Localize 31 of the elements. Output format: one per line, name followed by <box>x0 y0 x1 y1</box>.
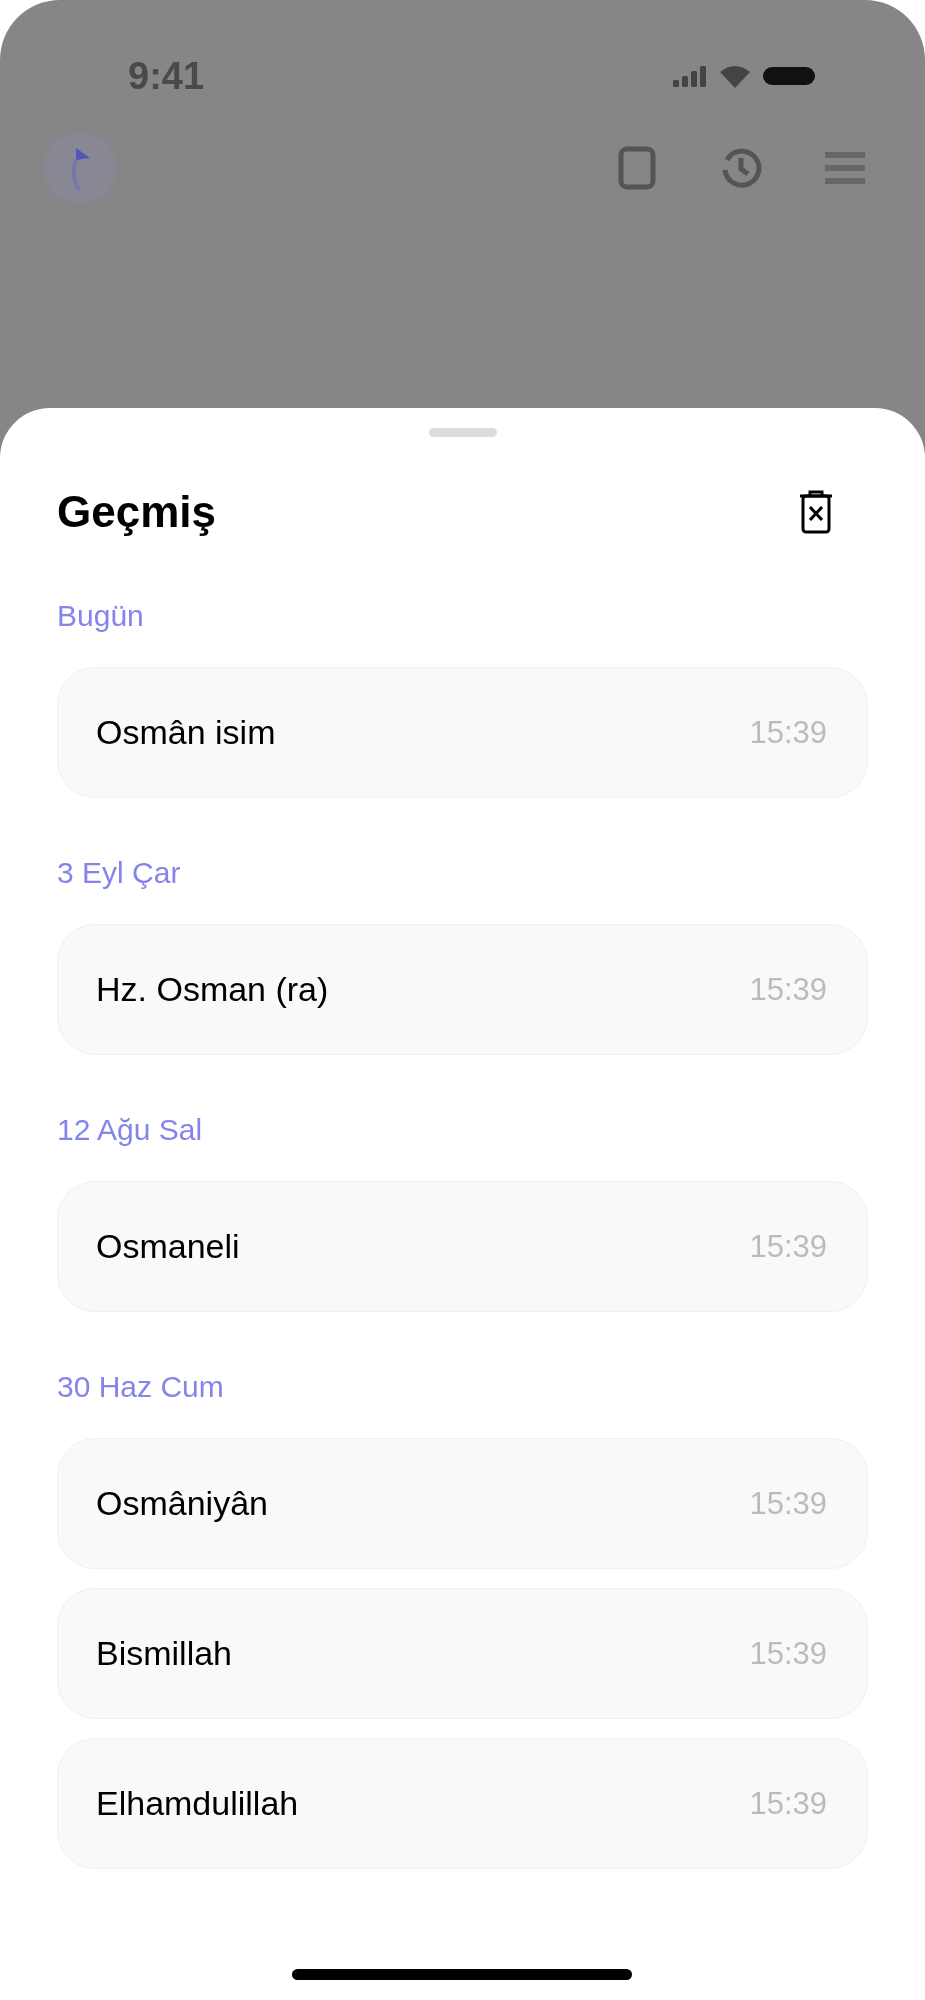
search-term: Elhamdulillah <box>96 1784 299 1823</box>
item-time: 15:39 <box>749 1228 827 1265</box>
search-term: Osmân isim <box>96 713 276 752</box>
search-term: Osmaneli <box>96 1227 240 1266</box>
drag-handle[interactable] <box>428 428 497 437</box>
item-time: 15:39 <box>749 1635 827 1672</box>
history-item[interactable]: Elhamdulillah 15:39 <box>57 1738 868 1869</box>
signal-icon <box>673 65 707 87</box>
date-heading: 30 Haz Cum <box>57 1370 225 1404</box>
status-time: 9:41 <box>128 54 205 98</box>
menu-icon[interactable] <box>825 150 865 186</box>
history-item[interactable]: Osmaneli 15:39 <box>57 1181 868 1312</box>
date-heading: Bugün <box>57 599 145 633</box>
wifi-icon <box>719 64 751 88</box>
item-time: 15:39 <box>749 1485 827 1522</box>
history-item[interactable]: Osmân isim 15:39 <box>57 667 868 798</box>
search-term: Osmâniyân <box>96 1484 268 1523</box>
item-time: 15:39 <box>749 1785 827 1822</box>
search-term: Bismillah <box>96 1634 233 1673</box>
clear-trash-icon[interactable] <box>799 490 833 534</box>
bookmark-icon[interactable] <box>617 146 657 190</box>
battery-icon <box>763 65 815 87</box>
item-time: 15:39 <box>749 971 827 1008</box>
date-heading: 3 Eyl Çar <box>57 856 182 890</box>
history-item[interactable]: Hz. Osman (ra) 15:39 <box>57 924 868 1055</box>
sheet-title: Geçmiş <box>57 487 216 537</box>
item-time: 15:39 <box>749 714 827 751</box>
history-item[interactable]: Osmâniyân 15:39 <box>57 1438 868 1569</box>
date-heading: 12 Ağu Sal <box>57 1113 204 1147</box>
history-item[interactable]: Bismillah 15:39 <box>57 1588 868 1719</box>
search-term: Hz. Osman (ra) <box>96 970 329 1009</box>
